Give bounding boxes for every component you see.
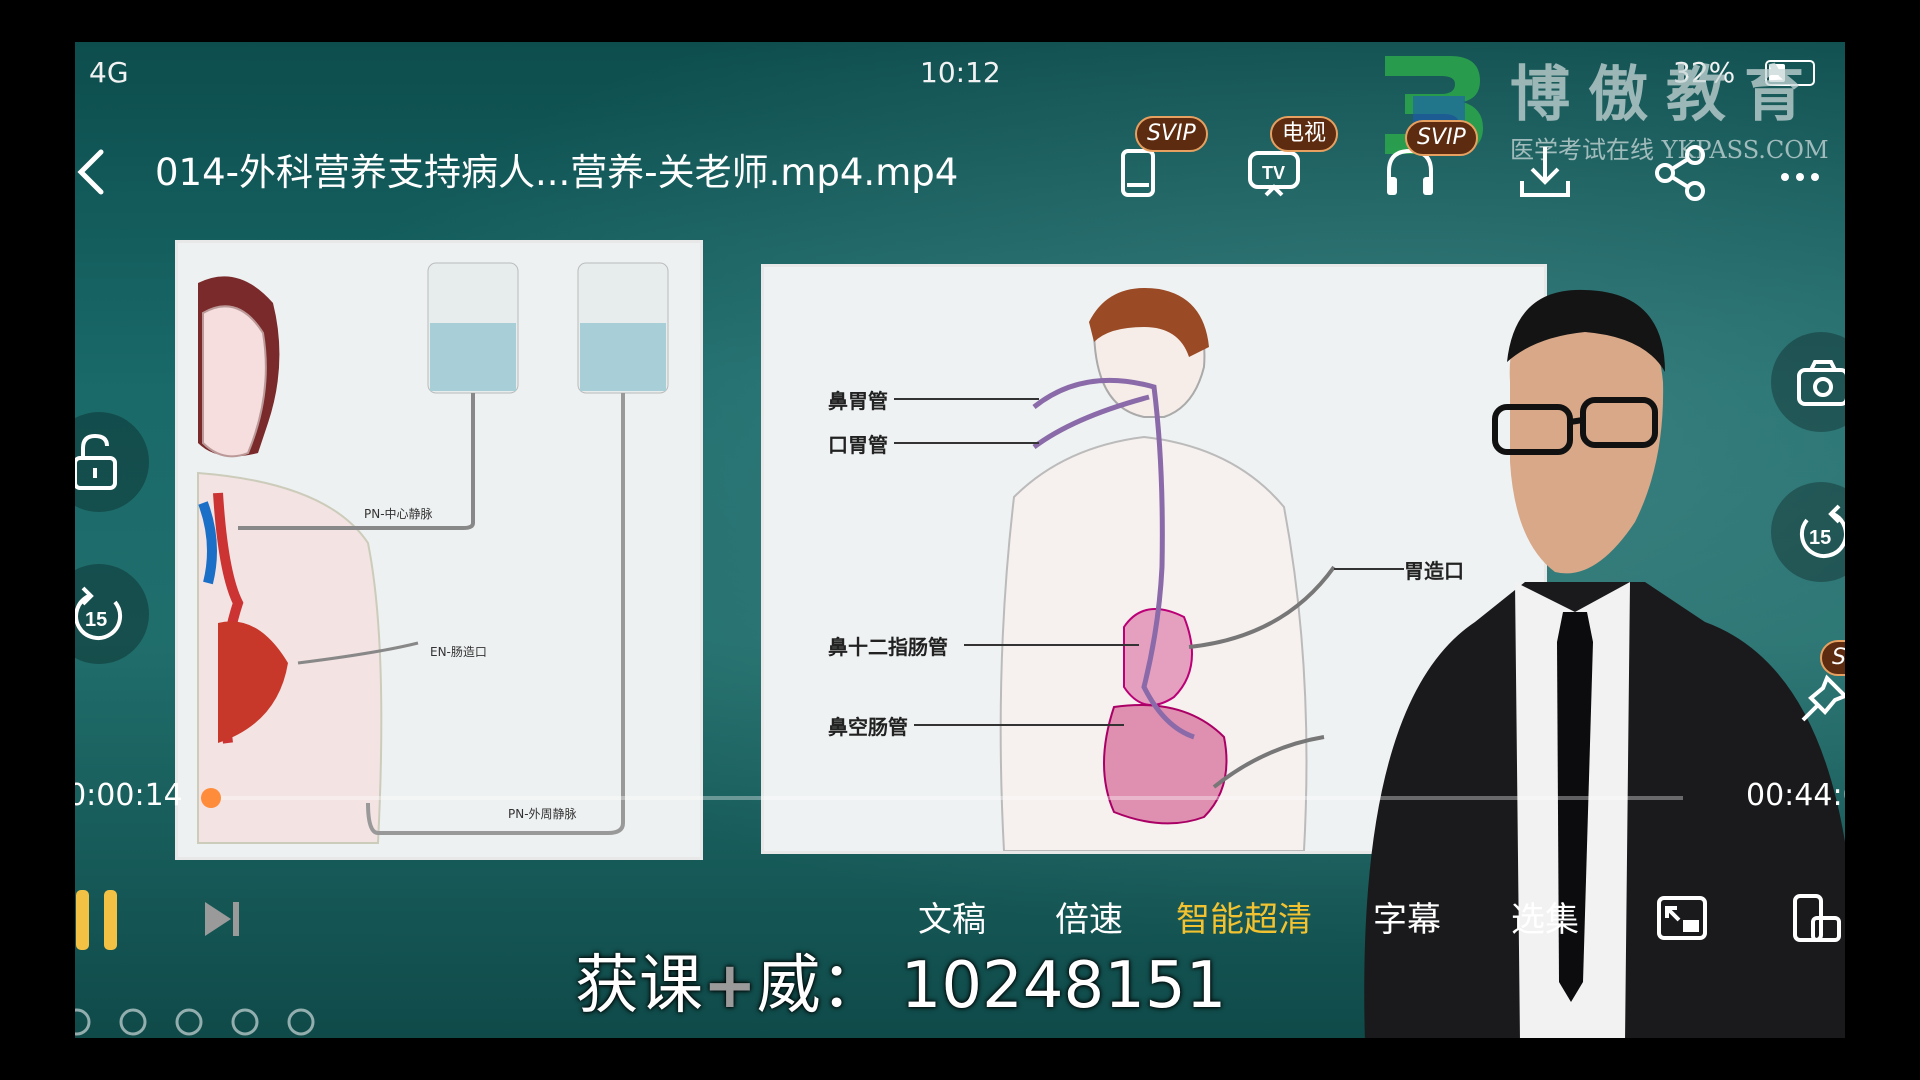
pin-icon bbox=[1801, 674, 1845, 722]
left-slide: PN-中心静脉 EN-肠造口 PN-外周静脉 bbox=[175, 240, 703, 860]
share-button[interactable] bbox=[1645, 137, 1715, 207]
download-icon bbox=[1520, 147, 1570, 197]
skip-back-value: 15 bbox=[85, 609, 107, 631]
parenteral-diagram bbox=[178, 243, 700, 857]
network-indicator: 4G bbox=[89, 56, 129, 89]
rewind-15-icon: 15 bbox=[75, 586, 123, 641]
pip-button[interactable] bbox=[1653, 890, 1713, 950]
video-title: 014-外科营养支持病人...营养-关老师.mp4.mp4 bbox=[155, 151, 959, 194]
promo-plus: + bbox=[703, 949, 757, 1023]
skip-forward-button[interactable]: 15 bbox=[1771, 482, 1845, 582]
next-icon bbox=[205, 902, 239, 936]
back-button[interactable] bbox=[75, 142, 117, 202]
toolbar-ghost-icon bbox=[75, 1008, 315, 1036]
clock: 10:12 bbox=[920, 56, 1001, 89]
pause-icon bbox=[76, 890, 117, 950]
back-arrow-icon bbox=[77, 149, 104, 195]
progress-thumb[interactable] bbox=[200, 788, 221, 808]
episodes-button[interactable]: 选集 bbox=[1511, 892, 1579, 941]
picture-in-picture-icon bbox=[1657, 896, 1707, 940]
rotate-screen-button[interactable] bbox=[1787, 890, 1845, 950]
en-stoma-label: EN-肠造口 bbox=[430, 645, 487, 659]
camera-icon bbox=[1797, 360, 1845, 406]
pause-button[interactable] bbox=[75, 886, 130, 956]
tv-badge: 电视 bbox=[1270, 116, 1339, 152]
promo-prefix: 获课 bbox=[575, 949, 703, 1023]
nasojejunal-label: 鼻空肠管 bbox=[828, 715, 908, 739]
video-screen[interactable]: 4G 10:12 32% 博傲教育 医学考试在线 YKPASS.COM 014-… bbox=[75, 42, 1845, 1038]
more-button[interactable] bbox=[1767, 137, 1837, 207]
nasoduodenal-label: 鼻十二指肠管 bbox=[828, 635, 948, 659]
logo-text: 博傲教育 bbox=[1510, 60, 1822, 130]
promo-overlay: 获课+威： 10248151 bbox=[575, 934, 1226, 1026]
share-icon bbox=[1655, 145, 1705, 201]
previous-toolbar-icons bbox=[75, 1004, 325, 1038]
total-time: 00:44:00 bbox=[1746, 778, 1845, 813]
svip-badge: SVIP bbox=[1405, 120, 1478, 156]
pn-peripheral-label: PN-外周静脉 bbox=[508, 807, 577, 821]
promo-number: 10248151 bbox=[900, 949, 1227, 1023]
skip-back-button[interactable]: 15 bbox=[75, 564, 149, 664]
rotate-icon bbox=[1793, 894, 1841, 942]
download-button[interactable] bbox=[1510, 137, 1580, 207]
svg-text:TV: TV bbox=[1262, 163, 1285, 183]
pin-button[interactable] bbox=[1793, 670, 1845, 730]
progress-track[interactable] bbox=[200, 788, 1683, 808]
promo-suffix: 威： bbox=[756, 949, 885, 1023]
pn-central-label: PN-中心静脉 bbox=[364, 507, 433, 521]
next-button[interactable] bbox=[197, 894, 247, 944]
nasogastric-label: 鼻胃管 bbox=[828, 389, 888, 413]
skip-forward-value: 15 bbox=[1809, 527, 1831, 549]
more-icon bbox=[1781, 173, 1819, 181]
lock-button[interactable] bbox=[75, 412, 149, 512]
subtitle-button[interactable]: 字幕 bbox=[1373, 892, 1441, 941]
current-time: 00:00:14 bbox=[75, 778, 183, 813]
unlock-icon bbox=[75, 433, 117, 490]
forward-15-icon: 15 bbox=[1799, 504, 1845, 559]
svip-badge: SVIP bbox=[1135, 116, 1208, 152]
screenshot-button[interactable] bbox=[1771, 332, 1845, 432]
orogastric-label: 口胃管 bbox=[828, 433, 888, 457]
